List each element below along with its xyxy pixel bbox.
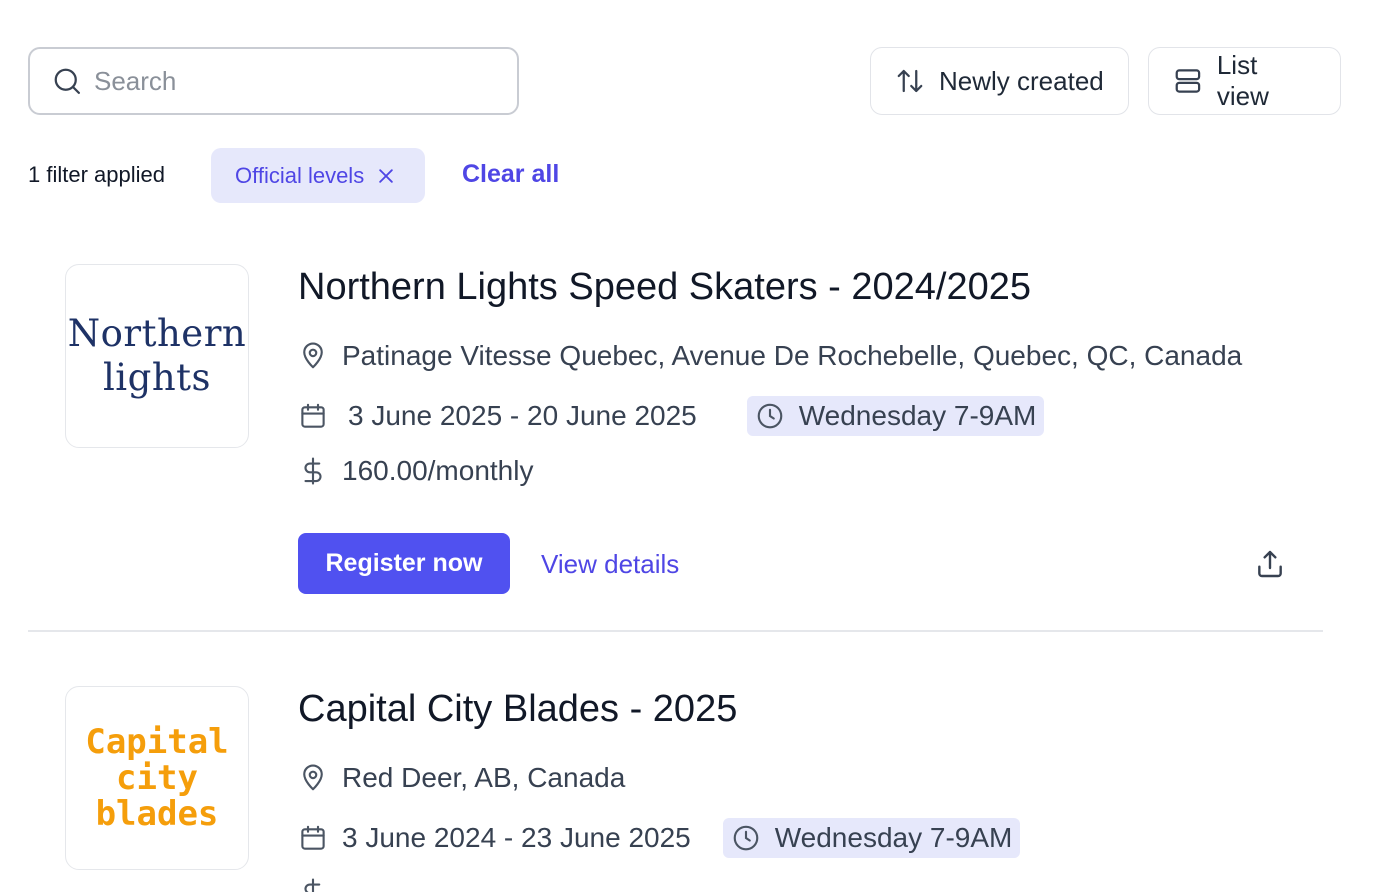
program-list-page: Newly created List view 1 filter applied… (0, 0, 1396, 892)
logo-line: city (116, 758, 198, 798)
schedule-text: Wednesday 7-9AM (798, 400, 1037, 431)
price-text: 160.00/monthly (342, 455, 534, 486)
clear-all-link[interactable]: Clear all (462, 160, 559, 189)
dollar-icon (304, 878, 321, 892)
logo-line: Northern (67, 312, 247, 355)
register-now-button[interactable]: Register now (298, 533, 510, 594)
date-range-text: 3 June 2024 - 23 June 2025 (342, 822, 691, 853)
filter-count-text: 1 filter applied (28, 162, 165, 187)
view-button-label: List view (1216, 50, 1269, 111)
schedule-text: Wednesday 7-9AM (774, 822, 1013, 853)
view-toggle-button[interactable]: List view (1148, 47, 1341, 115)
listing-title[interactable]: Capital City Blades - 2025 (298, 688, 737, 731)
calendar-icon (301, 825, 325, 850)
clock-icon (757, 403, 783, 429)
schedule-badge: Wednesday 7-9AM (746, 396, 1045, 436)
dollar-icon (304, 457, 322, 485)
location-text: Patinage Vitesse Quebec, Avenue De Roche… (342, 340, 1243, 371)
location-text: Red Deer, AB, Canada (342, 762, 626, 793)
listing-dates: 3 June 2025 - 20 June 2025 Wednesday 7-9… (298, 396, 1045, 436)
search-box[interactable] (28, 47, 519, 115)
listing-title[interactable]: Northern Lights Speed Skaters - 2024/202… (298, 266, 1031, 309)
listing-location: Patinage Vitesse Quebec, Avenue De Roche… (298, 340, 1242, 372)
listing-price: 160.00/monthly (298, 455, 533, 487)
club-logo: Capital city blades (65, 686, 249, 870)
list-view-icon (1175, 69, 1201, 93)
filter-chip-official-levels[interactable]: Official levels (211, 148, 425, 203)
view-details-link[interactable]: View details (541, 549, 679, 580)
date-range-text: 3 June 2025 - 20 June 2025 (348, 400, 697, 431)
card-divider (28, 630, 1323, 632)
listing-dates: 3 June 2024 - 23 June 2025 Wednesday 7-9… (298, 818, 1021, 858)
logo-line: lights (102, 356, 212, 399)
location-pin-icon (303, 764, 323, 791)
logo-line: Capital (85, 722, 229, 762)
search-input[interactable] (94, 65, 494, 97)
listing-location: Red Deer, AB, Canada (298, 762, 625, 794)
logo-line: blades (95, 794, 219, 834)
close-icon[interactable] (376, 166, 396, 186)
filter-chip-label: Official levels (235, 162, 365, 188)
share-icon[interactable] (1254, 548, 1286, 580)
location-pin-icon (303, 342, 323, 369)
club-logo: Northern lights (65, 264, 249, 448)
sort-button[interactable]: Newly created (870, 47, 1129, 115)
listing-price (298, 877, 328, 892)
search-icon (54, 68, 80, 94)
calendar-icon (301, 403, 325, 428)
sort-button-label: Newly created (939, 65, 1104, 96)
sort-arrows-icon (897, 69, 923, 93)
schedule-badge: Wednesday 7-9AM (722, 818, 1021, 858)
clock-icon (733, 825, 759, 851)
